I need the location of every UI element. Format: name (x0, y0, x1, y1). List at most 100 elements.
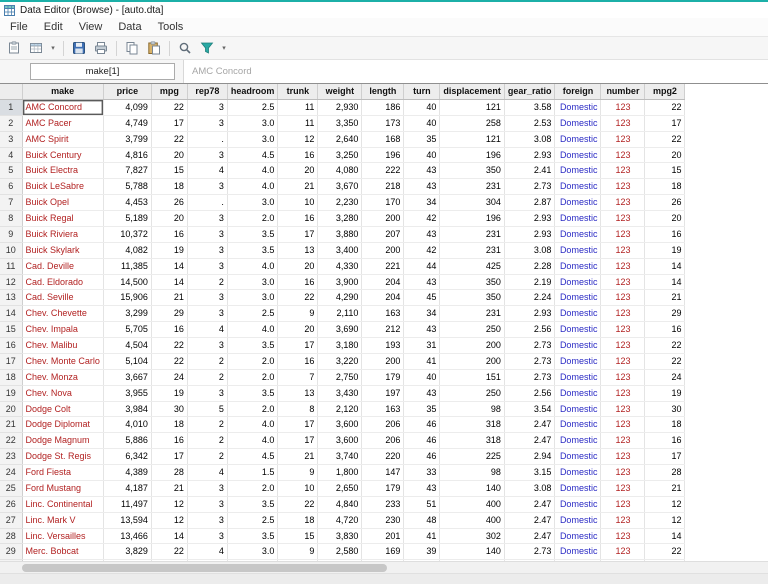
save-icon[interactable] (69, 38, 89, 58)
cell-price[interactable]: 4,187 (103, 480, 151, 496)
cell-trunk[interactable]: 11 (278, 99, 318, 115)
cell-trunk[interactable]: 20 (278, 258, 318, 274)
cell-length[interactable]: 168 (362, 131, 404, 147)
cell-headroom[interactable]: 3.0 (227, 131, 278, 147)
cell-mpg[interactable]: 22 (151, 99, 187, 115)
print-icon[interactable] (91, 38, 111, 58)
cell-length[interactable]: 201 (362, 528, 404, 544)
cell-gear_ratio[interactable]: 2.47 (504, 496, 555, 512)
cell-turn[interactable]: 35 (404, 131, 440, 147)
column-header-mpg2[interactable]: mpg2 (645, 84, 685, 99)
cell-displacement[interactable]: 231 (440, 306, 505, 322)
cell-weight[interactable]: 2,110 (318, 306, 362, 322)
cell-mpg2[interactable]: 19 (645, 385, 685, 401)
cell-make[interactable]: Linc. Continental (22, 496, 103, 512)
cell-headroom[interactable]: 3.5 (227, 226, 278, 242)
cell-mpg2[interactable]: 26 (645, 195, 685, 211)
cell-rep78[interactable]: 3 (187, 338, 227, 354)
row-number[interactable]: 1 (0, 99, 22, 115)
cell-trunk[interactable]: 10 (278, 480, 318, 496)
cell-turn[interactable]: 40 (404, 115, 440, 131)
cell-trunk[interactable]: 9 (278, 544, 318, 560)
cell-trunk[interactable]: 16 (278, 147, 318, 163)
cell-make[interactable]: Chev. Impala (22, 322, 103, 338)
cell-trunk[interactable]: 15 (278, 528, 318, 544)
cell-price[interactable]: 3,984 (103, 401, 151, 417)
row-number[interactable]: 15 (0, 322, 22, 338)
cell-headroom[interactable]: 4.5 (227, 449, 278, 465)
cell-mpg2[interactable]: 22 (645, 131, 685, 147)
row-number[interactable]: 12 (0, 274, 22, 290)
cell-foreign[interactable]: Domestic (555, 195, 601, 211)
cell-mpg[interactable]: 14 (151, 528, 187, 544)
cell-headroom[interactable]: 3.5 (227, 528, 278, 544)
cell-mpg2[interactable]: 16 (645, 322, 685, 338)
row-number[interactable]: 23 (0, 449, 22, 465)
cell-length[interactable]: 179 (362, 369, 404, 385)
cell-length[interactable]: 179 (362, 480, 404, 496)
cell-headroom[interactable]: 2.5 (227, 306, 278, 322)
cell-number[interactable]: 123 (601, 99, 645, 115)
cell-mpg[interactable]: 17 (151, 449, 187, 465)
cell-price[interactable]: 3,299 (103, 306, 151, 322)
cell-make[interactable]: Dodge St. Regis (22, 449, 103, 465)
cell-mpg2[interactable]: 29 (645, 306, 685, 322)
cell-mpg2[interactable]: 22 (645, 338, 685, 354)
cell-turn[interactable]: 43 (404, 385, 440, 401)
filter-icon[interactable] (197, 38, 217, 58)
cell-mpg[interactable]: 21 (151, 480, 187, 496)
cell-rep78[interactable]: 3 (187, 258, 227, 274)
cell-headroom[interactable]: 2.0 (227, 401, 278, 417)
cell-weight[interactable]: 3,180 (318, 338, 362, 354)
grid-edit-icon[interactable] (26, 38, 46, 58)
cell-turn[interactable]: 40 (404, 369, 440, 385)
cell-gear_ratio[interactable]: 2.47 (504, 528, 555, 544)
cell-length[interactable]: 186 (362, 99, 404, 115)
cell-weight[interactable]: 2,930 (318, 99, 362, 115)
cell-mpg2[interactable]: 22 (645, 544, 685, 560)
cell-trunk[interactable]: 7 (278, 369, 318, 385)
cell-rep78[interactable]: 4 (187, 544, 227, 560)
cell-number[interactable]: 123 (601, 306, 645, 322)
cell-displacement[interactable]: 196 (440, 147, 505, 163)
cell-weight[interactable]: 4,840 (318, 496, 362, 512)
cell-gear_ratio[interactable]: 3.08 (504, 242, 555, 258)
row-number[interactable]: 22 (0, 433, 22, 449)
cell-displacement[interactable]: 121 (440, 99, 505, 115)
cell-rep78[interactable]: 3 (187, 480, 227, 496)
cell-weight[interactable]: 3,220 (318, 353, 362, 369)
cell-headroom[interactable]: 2.0 (227, 211, 278, 227)
cell-mpg2[interactable]: 12 (645, 496, 685, 512)
cell-gear_ratio[interactable]: 2.94 (504, 449, 555, 465)
cell-mpg[interactable]: 16 (151, 322, 187, 338)
cell-displacement[interactable]: 400 (440, 496, 505, 512)
row-number[interactable]: 28 (0, 528, 22, 544)
cell-length[interactable]: 207 (362, 226, 404, 242)
cell-displacement[interactable]: 231 (440, 226, 505, 242)
cell-displacement[interactable]: 121 (440, 131, 505, 147)
cell-trunk[interactable]: 9 (278, 306, 318, 322)
cell-rep78[interactable]: 3 (187, 385, 227, 401)
cell-mpg[interactable]: 30 (151, 401, 187, 417)
cell-make[interactable]: Buick Riviera (22, 226, 103, 242)
cell-number[interactable]: 123 (601, 433, 645, 449)
cell-foreign[interactable]: Domestic (555, 147, 601, 163)
cell-weight[interactable]: 4,720 (318, 512, 362, 528)
cell-gear_ratio[interactable]: 2.28 (504, 258, 555, 274)
cell-turn[interactable]: 43 (404, 480, 440, 496)
cell-gear_ratio[interactable]: 2.19 (504, 274, 555, 290)
cell-trunk[interactable]: 22 (278, 290, 318, 306)
cell-foreign[interactable]: Domestic (555, 496, 601, 512)
cell-price[interactable]: 4,816 (103, 147, 151, 163)
cell-turn[interactable]: 43 (404, 179, 440, 195)
cell-gear_ratio[interactable]: 2.93 (504, 306, 555, 322)
cell-weight[interactable]: 3,740 (318, 449, 362, 465)
cell-displacement[interactable]: 302 (440, 528, 505, 544)
row-number[interactable]: 4 (0, 147, 22, 163)
cell-foreign[interactable]: Domestic (555, 163, 601, 179)
cell-price[interactable]: 10,372 (103, 226, 151, 242)
cell-headroom[interactable]: 4.0 (227, 163, 278, 179)
cell-foreign[interactable]: Domestic (555, 115, 601, 131)
cell-weight[interactable]: 3,690 (318, 322, 362, 338)
cell-turn[interactable]: 34 (404, 195, 440, 211)
